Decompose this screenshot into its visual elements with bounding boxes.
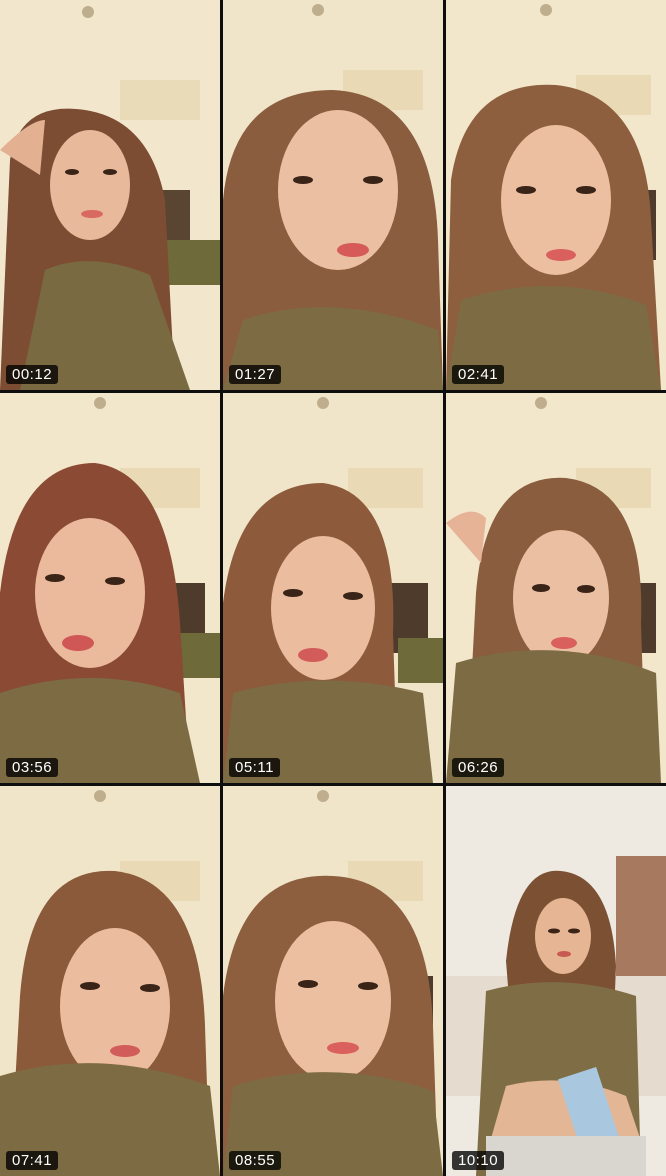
- thumbnail-image: [223, 0, 443, 390]
- video-thumbnail-5[interactable]: 05:11: [223, 393, 443, 783]
- video-thumbnail-3[interactable]: 02:41: [446, 0, 666, 390]
- timestamp-badge: 07:41: [6, 1151, 59, 1170]
- thumbnail-image: [0, 786, 220, 1176]
- thumbnail-image: [0, 393, 220, 783]
- video-thumbnail-9[interactable]: 10:10: [446, 786, 666, 1176]
- video-thumbnail-1[interactable]: 00:12: [0, 0, 220, 390]
- timestamp-badge: 02:41: [452, 365, 505, 384]
- video-thumbnail-7[interactable]: 07:41: [0, 786, 220, 1176]
- thumbnail-image: [446, 0, 666, 390]
- video-thumbnail-4[interactable]: 03:56: [0, 393, 220, 783]
- timestamp-badge: 03:56: [6, 758, 59, 777]
- video-thumbnail-8[interactable]: 08:55: [223, 786, 443, 1176]
- timestamp-badge: 01:27: [229, 365, 282, 384]
- thumbnail-image: [223, 393, 443, 783]
- thumbnail-image: [0, 0, 220, 390]
- video-thumbnail-2[interactable]: 01:27: [223, 0, 443, 390]
- video-thumbnail-6[interactable]: 06:26: [446, 393, 666, 783]
- timestamp-badge: 00:12: [6, 365, 59, 384]
- thumbnail-image: [223, 786, 443, 1176]
- timestamp-badge: 05:11: [229, 758, 280, 777]
- timestamp-badge: 08:55: [229, 1151, 282, 1170]
- timestamp-badge: 10:10: [452, 1151, 505, 1170]
- thumbnail-image: [446, 786, 666, 1176]
- thumbnail-grid: 00:12 01:27 02:41 03:56 05:11 06:26 07:4…: [0, 0, 666, 1176]
- thumbnail-image: [446, 393, 666, 783]
- timestamp-badge: 06:26: [452, 758, 505, 777]
